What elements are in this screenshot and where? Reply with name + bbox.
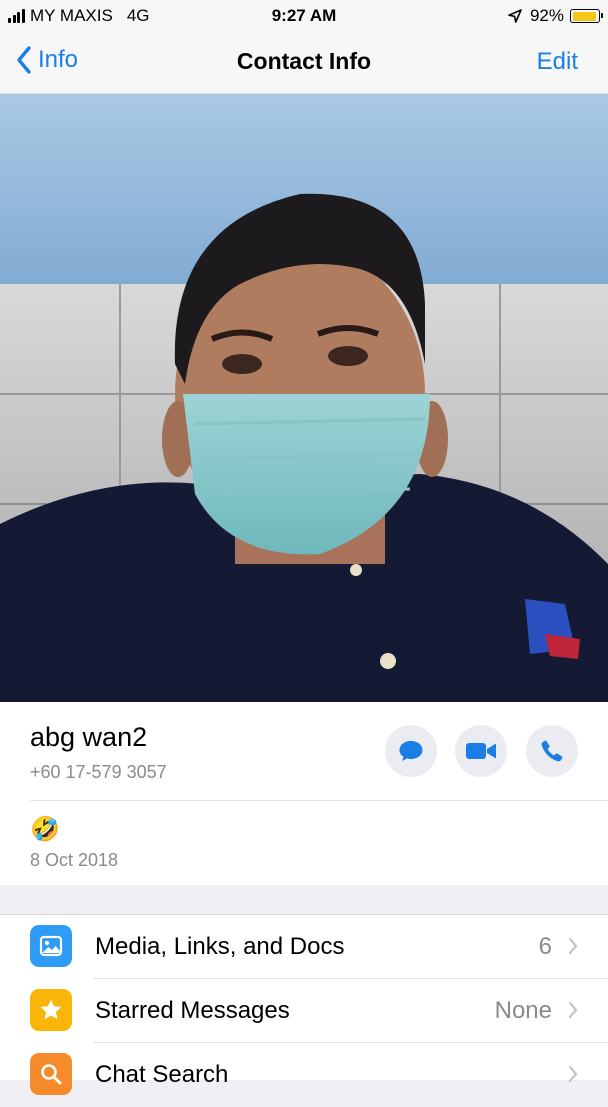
menu-item-starred[interactable]: Starred Messages None (0, 979, 608, 1043)
menu-item-chat-search[interactable]: Chat Search (0, 1043, 608, 1107)
contact-menu: Media, Links, and Docs 6 Starred Message… (0, 914, 608, 1095)
search-icon (30, 1053, 72, 1095)
message-icon (399, 741, 423, 761)
about-emoji: 🤣 (30, 816, 60, 843)
chevron-right-icon (568, 1065, 578, 1083)
video-call-icon (466, 743, 496, 759)
star-icon (30, 989, 72, 1031)
nav-bar: Info Contact Info Edit (0, 32, 608, 94)
page-title: Contact Info (236, 48, 372, 74)
chevron-right-icon (568, 1001, 578, 1019)
menu-item-label: Media, Links, and Docs (95, 933, 345, 960)
voice-call-button[interactable] (526, 725, 578, 777)
battery-percent: 92% (529, 6, 564, 25)
contact-name: abg wan2 (30, 722, 148, 752)
message-button[interactable] (385, 725, 437, 777)
menu-item-label: Starred Messages (95, 997, 290, 1024)
phone-icon (541, 740, 563, 762)
battery-icon (570, 9, 603, 23)
menu-item-label: Chat Search (95, 1061, 229, 1088)
profile-photo[interactable] (0, 94, 608, 702)
chevron-right-icon (568, 937, 578, 955)
about-date: 8 Oct 2018 (30, 850, 119, 870)
status-bar: MY MAXIS 4G 9:27 AM 92% (0, 0, 608, 32)
menu-item-value: None (494, 997, 552, 1024)
edit-button[interactable]: Edit (537, 48, 578, 76)
video-call-button[interactable] (455, 725, 507, 777)
menu-item-value: 6 (538, 933, 552, 960)
divider (30, 800, 608, 801)
location-arrow-icon (508, 9, 522, 23)
status-right: 92% (508, 6, 603, 26)
menu-item-media[interactable]: Media, Links, and Docs 6 (0, 915, 608, 979)
photo-icon (30, 925, 72, 967)
contact-phone[interactable]: +60 17-579 3057 (30, 762, 167, 783)
contact-card: abg wan2 +60 17-579 3057 🤣 8 Oct 2018 (0, 702, 608, 885)
profile-photo-image (0, 94, 608, 702)
